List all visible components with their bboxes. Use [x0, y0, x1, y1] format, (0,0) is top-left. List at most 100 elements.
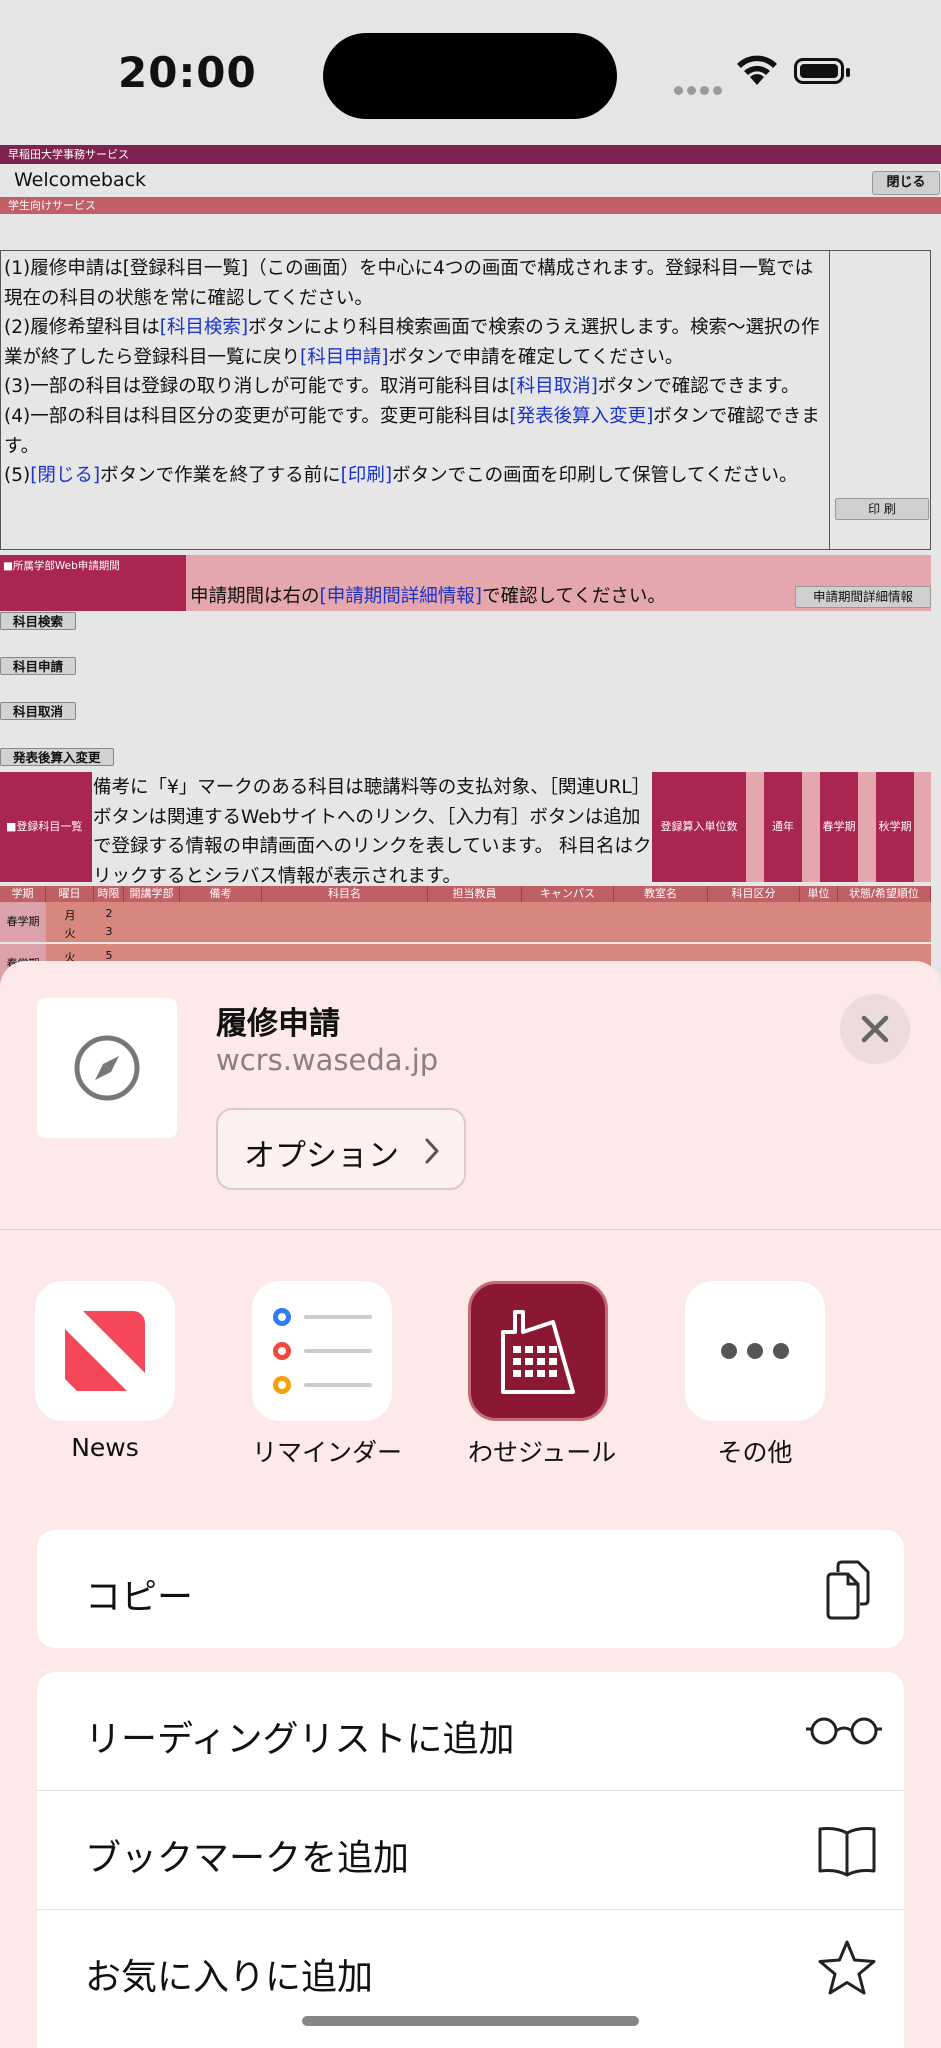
close-link[interactable]: [閉じる]: [30, 465, 100, 486]
table-header-cell: 時限: [94, 886, 124, 902]
table-header-cell: 担当教員: [428, 886, 522, 902]
table-header-cell: 学期: [0, 886, 46, 902]
copy-icon: [826, 1560, 870, 1620]
table-header-cell: 備考: [180, 886, 262, 902]
close-icon: [861, 1015, 889, 1043]
table-header-cell: キャンパス: [522, 886, 614, 902]
book-icon: [818, 1827, 876, 1877]
share-app-more[interactable]: その他: [685, 1281, 825, 1469]
instruction-line: (5)[閉じる]ボタンで作業を終了する前に[印刷]ボタンでこの画面を印刷して保管…: [4, 465, 798, 487]
close-share-sheet-button[interactable]: [840, 994, 910, 1064]
period-label: ■所属学部Web申請期間: [0, 555, 186, 611]
site-header-bar: 早稲田大学事務サービス: [0, 145, 941, 164]
print-link[interactable]: [印刷]: [341, 465, 392, 486]
table-header-cell: 曜日: [46, 886, 94, 902]
share-sheet: 履修申請 wcrs.waseda.jp オプション News リマインダー わせ…: [0, 961, 941, 2048]
course-apply-button[interactable]: 科目申請: [0, 657, 77, 675]
wasejule-icon: [468, 1281, 608, 1421]
period-detail-button[interactable]: 申請期間詳細情報: [795, 586, 931, 608]
table-header-cell: 科目区分: [708, 886, 800, 902]
web-page: 早稲田大学事務サービス Welcomeback 閉じる 学生向けサービス (1)…: [0, 145, 941, 985]
instructions-text: (1)履修申請は[登録科目一覧]（この画面）を中心に4つの画面で構成されます。登…: [4, 254, 824, 491]
more-icon: [685, 1281, 825, 1421]
divider: [829, 251, 830, 549]
wifi-icon: [737, 55, 777, 85]
star-icon: [818, 1940, 876, 1995]
action-label: ブックマークを追加: [85, 1838, 410, 1879]
cellular-signal-icon: [674, 80, 726, 99]
credit-gap: [914, 772, 931, 882]
copy-action[interactable]: コピー: [37, 1530, 904, 1648]
credit-fall-header: 秋学期: [876, 772, 914, 882]
period-detail-link[interactable]: [申請期間詳細情報]: [320, 586, 482, 607]
course-cancel-button[interactable]: 科目取消: [0, 702, 77, 720]
table-header-cell: 教室名: [614, 886, 708, 902]
credit-fullyear-header: 通年: [764, 772, 802, 882]
table-cell-day: 月: [64, 909, 76, 922]
print-button[interactable]: 印 刷: [835, 498, 929, 520]
battery-icon: [794, 58, 850, 84]
add-favorite-action[interactable]: お気に入りに追加: [37, 1910, 904, 2028]
instruction-line: (1)履修申請は[登録科目一覧]（この画面）を中心に4つの画面で構成されます。登…: [4, 258, 814, 309]
share-app-wasejule[interactable]: わせジュール: [468, 1281, 617, 1469]
registered-courses-label: ■登録科目一覧: [0, 772, 92, 882]
action-label: コピー: [85, 1577, 194, 1618]
search-link[interactable]: [科目検索]: [160, 317, 248, 338]
table-header-cell: 開講学部: [124, 886, 180, 902]
instruction-line: (2)履修希望科目は[科目検索]ボタンにより科目検索画面で検索のうえ選択します。…: [4, 317, 820, 368]
dynamic-island: [323, 33, 617, 119]
glasses-icon: [806, 1717, 882, 1745]
table-header-cell: 科目名: [262, 886, 428, 902]
instructions-box: (1)履修申請は[登録科目一覧]（この画面）を中心に4つの画面で構成されます。登…: [0, 250, 931, 550]
reading-list-action[interactable]: リーディングリストに追加: [37, 1672, 904, 1791]
period-text: 申請期間は右の[申請期間詳細情報]で確認してください。: [190, 586, 666, 607]
welcome-text: Welcomeback: [14, 169, 147, 191]
table-header-cell: 状態/希望順位: [838, 886, 931, 902]
action-label: リーディングリストに追加: [85, 1719, 515, 1760]
share-app-reminders[interactable]: リマインダー: [252, 1281, 403, 1469]
table-row[interactable]: [0, 902, 931, 942]
course-search-button[interactable]: 科目検索: [0, 612, 77, 630]
table-cell-term: 春学期: [0, 902, 46, 942]
post-announce-change-button[interactable]: 発表後算入変更: [0, 748, 114, 766]
credit-gap: [858, 772, 876, 882]
cancel-link[interactable]: [科目取消]: [509, 376, 597, 397]
action-label: お気に入りに追加: [85, 1957, 374, 1998]
chevron-right-icon: [425, 1138, 439, 1164]
news-icon: [35, 1281, 175, 1421]
action-group-list: リーディングリストに追加 ブックマークを追加 お気に入りに追加: [37, 1672, 904, 2048]
share-app-news[interactable]: News: [35, 1281, 175, 1462]
table-header-cell: 単位: [800, 886, 838, 902]
table-cell-day: 火: [64, 927, 76, 940]
home-indicator: [302, 2016, 639, 2026]
credit-total-header: 登録算入単位数: [652, 772, 746, 882]
table-cell-period: 2: [105, 907, 113, 920]
instruction-line: (3)一部の科目は登録の取り消しが可能です。取消可能科目は[科目取消]ボタンで確…: [4, 376, 800, 398]
apply-link[interactable]: [科目申請]: [300, 347, 388, 368]
status-time: 20:00: [118, 48, 257, 97]
registered-courses-note: 備考に「¥」マークのある科目は聴講料等の支払対象、［関連URL］ボタンは関連する…: [93, 777, 652, 887]
app-label: リマインダー: [252, 1438, 403, 1467]
credit-spring-header: 春学期: [820, 772, 858, 882]
status-bar: 20:00: [0, 0, 941, 145]
reminders-icon: [252, 1281, 392, 1421]
credit-gap: [746, 772, 764, 882]
credit-gap: [802, 772, 820, 882]
sheet-divider: [0, 1229, 941, 1230]
options-label: オプション: [244, 1138, 399, 1174]
add-bookmark-action[interactable]: ブックマークを追加: [37, 1791, 904, 1910]
share-url: wcrs.waseda.jp: [216, 1043, 439, 1077]
share-title: 履修申請: [216, 1006, 340, 1042]
app-label: わせジュール: [468, 1438, 617, 1467]
app-label: その他: [717, 1438, 793, 1467]
page-thumbnail: [37, 998, 177, 1138]
close-button[interactable]: 閉じる: [872, 171, 940, 195]
action-group-copy: コピー: [37, 1530, 904, 1648]
options-button[interactable]: オプション: [216, 1108, 466, 1190]
app-label: News: [71, 1433, 139, 1462]
service-sub-bar: 学生向けサービス: [0, 197, 941, 214]
table-cell-period: 3: [105, 925, 113, 938]
change-link[interactable]: [発表後算入変更]: [509, 406, 653, 427]
safari-compass-icon: [74, 1035, 140, 1101]
instruction-line: (4)一部の科目は科目区分の変更が可能です。変更可能科目は[発表後算入変更]ボタ…: [4, 405, 820, 457]
